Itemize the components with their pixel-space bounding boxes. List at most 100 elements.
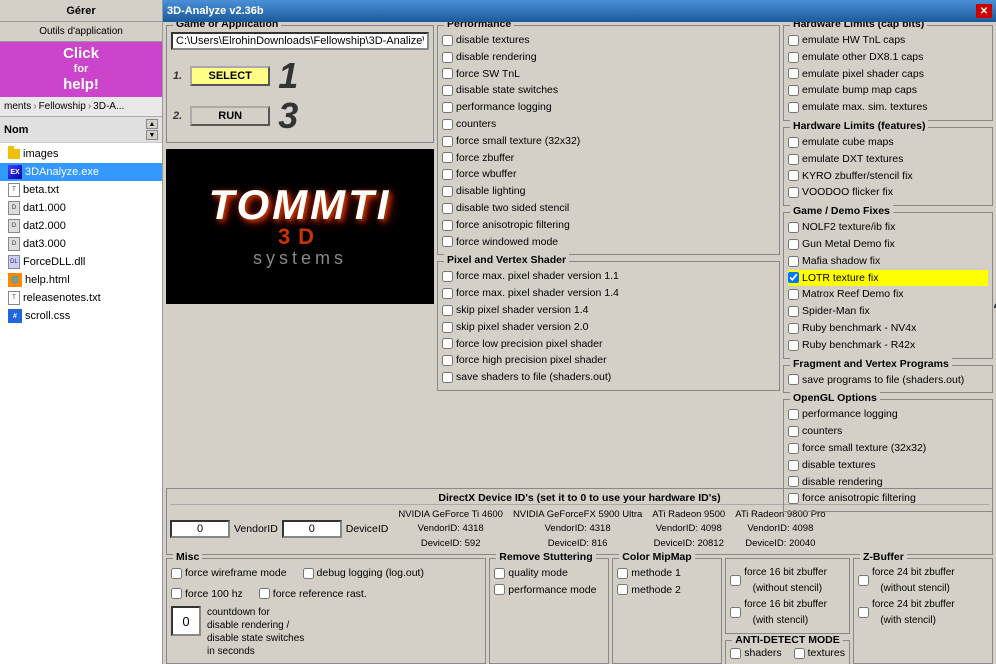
list-item[interactable]: # scroll.css <box>0 307 162 325</box>
cb-emu-dx81[interactable] <box>788 52 799 63</box>
cb-skip-ps20[interactable] <box>442 322 453 333</box>
cb-row: KYRO zbuffer/stencil fix <box>788 168 988 185</box>
preset1-device: DeviceID: 592 <box>398 537 503 551</box>
cb-force-sw-tnl[interactable] <box>442 68 453 79</box>
cb-wireframe[interactable] <box>171 568 182 579</box>
cb-24bit-with-stencil[interactable] <box>858 607 869 618</box>
cb-emu-hw-tnl[interactable] <box>788 35 799 46</box>
cb-force-aniso[interactable] <box>442 220 453 231</box>
cb-gun-metal[interactable] <box>788 239 799 250</box>
file-name: ForceDLL.dll <box>23 256 85 268</box>
html-icon: 🌐 <box>8 273 22 287</box>
cb-textures[interactable] <box>794 648 805 659</box>
cb-ruby-r42x[interactable] <box>788 340 799 351</box>
cb-perf-logging[interactable] <box>442 102 453 113</box>
close-button[interactable]: ✕ <box>976 4 992 18</box>
cb-force-zbuffer[interactable] <box>442 152 453 163</box>
run-button[interactable]: RUN <box>190 106 270 126</box>
cb-methode2[interactable] <box>617 584 628 595</box>
cb-save-programs[interactable] <box>788 374 799 385</box>
cb-force-small-texture[interactable] <box>442 136 453 147</box>
list-item[interactable]: images <box>0 145 162 163</box>
cb-spiderman[interactable] <box>788 306 799 317</box>
list-item[interactable]: T beta.txt <box>0 181 162 199</box>
list-item[interactable]: EX 3DAnalyze.exe <box>0 163 162 181</box>
countdown-input[interactable] <box>171 606 201 636</box>
cb-emu-cube-maps[interactable] <box>788 137 799 148</box>
cb-force-windowed[interactable] <box>442 236 453 247</box>
cb-ps11[interactable] <box>442 271 453 282</box>
cb-100hz[interactable] <box>171 588 182 599</box>
cb-low-prec[interactable] <box>442 338 453 349</box>
scroll-up-arrow[interactable]: ▲ <box>146 119 158 129</box>
cb-save-shaders[interactable] <box>442 372 453 383</box>
cb-ogl-counters[interactable] <box>788 426 799 437</box>
preset1-name: NVIDIA GeForce Ti 4600 <box>398 508 503 522</box>
cb-counters[interactable] <box>442 119 453 130</box>
cb-16bit-with-stencil[interactable] <box>730 607 741 618</box>
cb-kyro-fix[interactable] <box>788 170 799 181</box>
cb-skip-ps14[interactable] <box>442 305 453 316</box>
list-item[interactable]: D dat3.000 <box>0 235 162 253</box>
cb-quality-mode[interactable] <box>494 568 505 579</box>
cb-ogl-disable-tex[interactable] <box>788 460 799 471</box>
cb-row: disable textures <box>442 32 775 49</box>
cb-emu-dxt[interactable] <box>788 154 799 165</box>
cb-mafia[interactable] <box>788 256 799 267</box>
cb-debug-logging[interactable] <box>303 568 314 579</box>
list-item[interactable]: DL ForceDLL.dll <box>0 253 162 271</box>
cb-ogl-disable-render[interactable] <box>788 476 799 487</box>
scroll-controls[interactable]: ▲ ▼ <box>146 119 158 140</box>
select-button[interactable]: SELECT <box>190 66 270 86</box>
fragment-vertex-group: Fragment and Vertex Programs save progra… <box>783 365 993 394</box>
cb-ogl-small-tex[interactable] <box>788 443 799 454</box>
device-id-input[interactable] <box>282 520 342 538</box>
list-item[interactable]: T releasenotes.txt <box>0 289 162 307</box>
cb-shaders[interactable] <box>730 648 741 659</box>
cb-disable-lighting[interactable] <box>442 186 453 197</box>
performance-group: Performance disable textures disable ren… <box>437 25 780 255</box>
cb-high-prec[interactable] <box>442 355 453 366</box>
cb-16bit-no-stencil[interactable] <box>730 575 741 586</box>
cb-nolf2[interactable] <box>788 222 799 233</box>
cb-voodoo-fix[interactable] <box>788 187 799 198</box>
remove-stuttering-group: Remove Stuttering quality mode performan… <box>489 558 609 664</box>
click-help-box[interactable]: Click for help! <box>0 42 162 97</box>
click-text: Click <box>3 45 159 63</box>
cb-ogl-perf-logging[interactable] <box>788 409 799 420</box>
cb-disable-two-sided[interactable] <box>442 203 453 214</box>
run-row: 2. RUN 3 <box>173 98 427 134</box>
vendor-id-input[interactable] <box>170 520 230 538</box>
cb-row: force wireframe mode <box>171 565 287 582</box>
cb-ruby-nv4x[interactable] <box>788 323 799 334</box>
cb-24bit-no-stencil[interactable] <box>858 575 869 586</box>
preset2-vendor: VendorID: 4318 <box>513 522 642 536</box>
cb-row: disable rendering <box>788 474 988 491</box>
device-info-block: ATi Radeon 9800 Pro VendorID: 4098 Devic… <box>735 508 825 551</box>
cb-ref-rast[interactable] <box>259 588 270 599</box>
cb-row: force 24 bit zbuffer (with stencil) <box>858 597 988 629</box>
list-item[interactable]: D dat1.000 <box>0 199 162 217</box>
cb-emu-max-sim[interactable] <box>788 102 799 113</box>
cb-ogl-aniso[interactable] <box>788 493 799 504</box>
cb-emu-pixel-shader-caps[interactable] <box>788 68 799 79</box>
cb-emu-bump-map[interactable] <box>788 85 799 96</box>
game-path-input[interactable] <box>171 32 429 50</box>
logo-line2: 3D <box>209 226 392 248</box>
cb-perf-mode[interactable] <box>494 584 505 595</box>
misc-label: Misc <box>173 551 202 563</box>
cb-lotr[interactable] <box>788 272 799 283</box>
cb-matrox[interactable] <box>788 289 799 300</box>
cb-methode1[interactable] <box>617 568 628 579</box>
cb-ps14[interactable] <box>442 288 453 299</box>
cb-force-wbuffer[interactable] <box>442 169 453 180</box>
scroll-down-arrow[interactable]: ▼ <box>146 130 158 140</box>
cb-disable-textures[interactable] <box>442 35 453 46</box>
cb-disable-state-switches[interactable] <box>442 85 453 96</box>
bc-part3: 3D-A... <box>93 101 124 112</box>
list-item[interactable]: D dat2.000 <box>0 217 162 235</box>
cb-disable-rendering[interactable] <box>442 52 453 63</box>
file-name: releasenotes.txt <box>23 292 101 304</box>
cb-row: force windowed mode <box>442 234 775 251</box>
list-item[interactable]: 🌐 help.html <box>0 271 162 289</box>
